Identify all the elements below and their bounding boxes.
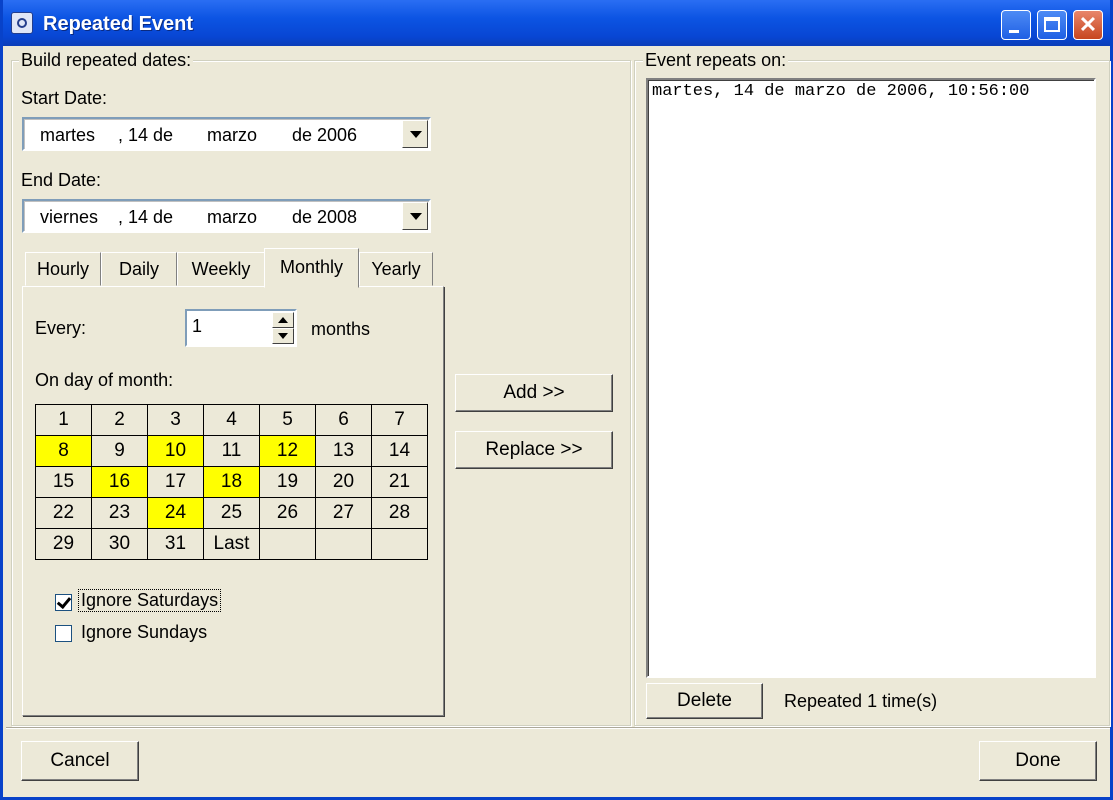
calendar-day-cell[interactable]: 20 bbox=[315, 466, 372, 498]
calendar-day-cell[interactable]: 15 bbox=[35, 466, 92, 498]
tab-yearly[interactable]: Yearly bbox=[359, 252, 433, 286]
close-button[interactable]: ✕ bbox=[1073, 10, 1103, 40]
calendar-day-cell[interactable]: 17 bbox=[147, 466, 204, 498]
cancel-button[interactable]: Cancel bbox=[21, 741, 139, 781]
start-date-picker[interactable]: martes , 14 de marzo de 2006 bbox=[22, 117, 431, 151]
repeat-count-text: Repeated 1 time(s) bbox=[784, 691, 938, 711]
calendar-empty-cell bbox=[315, 528, 372, 560]
ignore-saturdays-checkbox[interactable] bbox=[55, 594, 72, 611]
calendar-day-cell[interactable]: 1 bbox=[35, 404, 92, 436]
calendar-day-cell[interactable]: 5 bbox=[259, 404, 316, 436]
calendar-day-cell[interactable]: 8 bbox=[35, 435, 92, 467]
day-of-month-label: On day of month: bbox=[35, 370, 174, 390]
start-weekday[interactable]: martes bbox=[40, 125, 95, 146]
calendar-day-cell[interactable]: 3 bbox=[147, 404, 204, 436]
calendar-row: 22 23 24 25 26 27 28 bbox=[35, 497, 428, 529]
clock-icon bbox=[11, 12, 33, 34]
replace-button[interactable]: Replace >> bbox=[455, 431, 613, 469]
calendar-day-cell[interactable]: 24 bbox=[147, 497, 204, 529]
calendar-row: 1234567 bbox=[35, 404, 428, 436]
start-year[interactable]: de 2006 bbox=[292, 125, 357, 146]
calendar-day-cell[interactable]: 30 bbox=[91, 528, 148, 560]
calendar-row: 15 16 17 18 19 20 21 bbox=[35, 466, 428, 498]
maximize-button[interactable] bbox=[1037, 10, 1067, 40]
ignore-saturdays-label[interactable]: Ignore Saturdays bbox=[77, 589, 222, 612]
tab-hourly[interactable]: Hourly bbox=[25, 252, 101, 286]
calendar-day-cell[interactable]: Last bbox=[203, 528, 260, 560]
calendar-day-cell[interactable]: 13 bbox=[315, 435, 372, 467]
every-months-stepper[interactable]: 1 bbox=[185, 309, 297, 347]
title-bar[interactable]: Repeated Event ✕ bbox=[3, 0, 1110, 46]
calendar-day-cell[interactable]: 21 bbox=[371, 466, 428, 498]
tab-daily[interactable]: Daily bbox=[101, 252, 177, 286]
start-date-label: Start Date: bbox=[21, 88, 108, 108]
every-unit-label: months bbox=[311, 319, 371, 339]
calendar-day-cell[interactable]: 2 bbox=[91, 404, 148, 436]
build-dates-label: Build repeated dates: bbox=[19, 50, 194, 71]
calendar-day-cell[interactable]: 23 bbox=[91, 497, 148, 529]
event-repeats-label: Event repeats on: bbox=[643, 50, 789, 71]
calendar-row: 29 30 31 Last bbox=[35, 528, 428, 560]
end-date-dropdown-button[interactable] bbox=[402, 202, 428, 230]
close-icon: ✕ bbox=[1078, 12, 1098, 37]
calendar-day-cell[interactable]: 7 bbox=[371, 404, 428, 436]
tab-weekly[interactable]: Weekly bbox=[177, 252, 265, 286]
every-label: Every: bbox=[35, 318, 87, 338]
window-title: Repeated Event bbox=[43, 13, 194, 35]
calendar-day-cell[interactable]: 14 bbox=[371, 435, 428, 467]
calendar-day-cell[interactable]: 19 bbox=[259, 466, 316, 498]
calendar-day-cell[interactable]: 10 bbox=[147, 435, 204, 467]
end-weekday[interactable]: viernes bbox=[40, 207, 98, 228]
calendar-empty-cell bbox=[371, 528, 428, 560]
delete-button[interactable]: Delete bbox=[646, 683, 763, 719]
end-date-label: End Date: bbox=[21, 170, 102, 190]
end-date-picker[interactable]: viernes , 14 de marzo de 2008 bbox=[22, 199, 431, 233]
end-day[interactable]: , 14 de bbox=[118, 207, 173, 228]
day-of-month-grid: 1 2 3 4 5 6 7 8 9 10 11 12 13 14 15 16 17 18 19 20 21 22 23 24 2… bbox=[35, 404, 428, 560]
spin-down-button[interactable] bbox=[272, 328, 294, 344]
start-day[interactable]: , 14 de bbox=[118, 125, 173, 146]
calendar-day-cell[interactable]: 31 bbox=[147, 528, 204, 560]
footer-divider bbox=[6, 727, 1110, 729]
ignore-sundays-checkbox[interactable] bbox=[55, 625, 72, 642]
start-month[interactable]: marzo bbox=[207, 125, 257, 146]
calendar-day-cell[interactable]: 27 bbox=[315, 497, 372, 529]
repeat-dates-list[interactable]: martes, 14 de marzo de 2006, 10:56:00 bbox=[646, 78, 1096, 678]
every-value[interactable]: 1 bbox=[192, 316, 202, 337]
calendar-row: 8 9 10 11 12 13 14 bbox=[35, 435, 428, 467]
list-item[interactable]: martes, 14 de marzo de 2006, 10:56:00 bbox=[652, 82, 1029, 101]
calendar-day-cell[interactable]: 22 bbox=[35, 497, 92, 529]
calendar-day-cell[interactable]: 26 bbox=[259, 497, 316, 529]
minimize-button[interactable] bbox=[1001, 10, 1031, 40]
calendar-day-cell[interactable]: 12 bbox=[259, 435, 316, 467]
calendar-day-cell[interactable]: 11 bbox=[203, 435, 260, 467]
tab-monthly[interactable]: Monthly bbox=[264, 248, 359, 288]
spin-up-button[interactable] bbox=[272, 312, 294, 328]
calendar-day-cell[interactable]: 28 bbox=[371, 497, 428, 529]
calendar-day-cell[interactable]: 16 bbox=[91, 466, 148, 498]
calendar-day-cell[interactable]: 25 bbox=[203, 497, 260, 529]
calendar-empty-cell bbox=[259, 528, 316, 560]
repeated-event-window: Repeated Event ✕ Build repeated dates: S… bbox=[0, 0, 1113, 800]
end-year[interactable]: de 2008 bbox=[292, 207, 357, 228]
calendar-day-cell[interactable]: 9 bbox=[91, 435, 148, 467]
start-date-dropdown-button[interactable] bbox=[402, 120, 428, 148]
end-month[interactable]: marzo bbox=[207, 207, 257, 228]
add-button[interactable]: Add >> bbox=[455, 374, 613, 412]
calendar-day-cell[interactable]: 6 bbox=[315, 404, 372, 436]
calendar-day-cell[interactable]: 18 bbox=[203, 466, 260, 498]
ignore-sundays-label[interactable]: Ignore Sundays bbox=[81, 622, 207, 643]
calendar-day-cell[interactable]: 29 bbox=[35, 528, 92, 560]
done-button[interactable]: Done bbox=[979, 741, 1097, 781]
calendar-day-cell[interactable]: 4 bbox=[203, 404, 260, 436]
